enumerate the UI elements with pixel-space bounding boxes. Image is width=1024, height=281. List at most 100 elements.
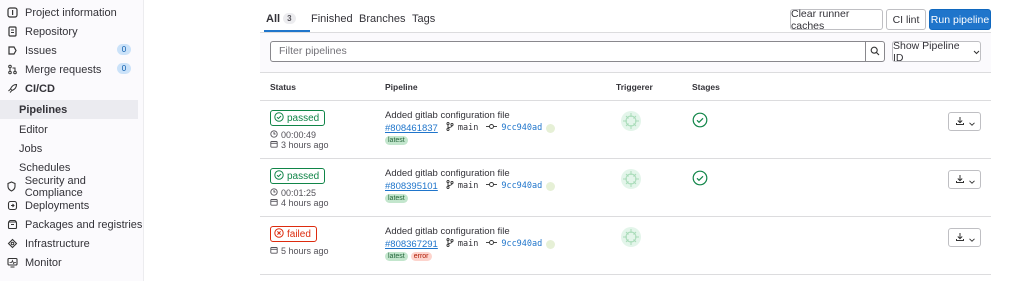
calendar-icon: [270, 246, 281, 256]
chevron-down-icon: [968, 113, 975, 131]
latest-badge: latest: [385, 136, 408, 145]
pipeline-info: #808461837 main 9cc940ad: [385, 122, 556, 134]
shield-icon: [6, 181, 18, 193]
chevron-down-icon: [968, 229, 975, 247]
branch-name: main: [457, 239, 479, 249]
tab-all-label: All: [266, 13, 281, 25]
sidebar-item-repository[interactable]: Repository: [0, 22, 143, 41]
stage-status-button[interactable]: [692, 170, 708, 186]
commit-icon: [486, 239, 498, 249]
header-triggerer: Triggerer: [616, 82, 653, 92]
check-circle-icon: [274, 111, 287, 125]
table-header: Status Pipeline Triggerer Stages: [260, 73, 991, 101]
status-badge[interactable]: passed: [270, 168, 326, 184]
tab-all[interactable]: All 3: [266, 13, 296, 25]
pipeline-title[interactable]: Added gitlab configuration file: [385, 226, 510, 237]
sidebar-item-merge-requests[interactable]: Merge requests 0: [0, 60, 143, 79]
sidebar-item-deployments[interactable]: Deployments: [0, 196, 143, 215]
merge-icon: [6, 64, 18, 76]
stage-status-button[interactable]: [692, 112, 708, 128]
download-artifacts-button[interactable]: [948, 228, 981, 247]
triggerer-avatar[interactable]: [620, 168, 642, 190]
pipeline-id-link[interactable]: #808395101: [385, 181, 438, 192]
show-pipeline-id-dropdown[interactable]: Show Pipeline ID: [892, 39, 981, 64]
pipeline-title[interactable]: Added gitlab configuration file: [385, 168, 510, 179]
commit-avatar: [546, 239, 556, 249]
sidebar-item-security-compliance[interactable]: Security and Compliance: [0, 175, 143, 199]
run-pipeline-button[interactable]: Run pipeline: [929, 9, 991, 30]
branch[interactable]: main: [446, 238, 478, 250]
ci-lint-button[interactable]: CI lint: [886, 9, 926, 30]
sidebar-item-label: Schedules: [19, 161, 71, 174]
search-button[interactable]: [865, 41, 885, 62]
issues-icon: [6, 45, 18, 57]
identicon-icon: [620, 169, 642, 194]
commit-sha: 9cc940ad: [501, 123, 543, 133]
triggerer-avatar[interactable]: [620, 226, 642, 248]
triggerer-avatar[interactable]: [620, 110, 642, 132]
commit-avatar: [546, 123, 556, 133]
status-badge[interactable]: passed: [270, 110, 326, 126]
commit-sha: 9cc940ad: [501, 239, 543, 249]
download-artifacts-button[interactable]: [948, 112, 981, 131]
error-badge: error: [410, 252, 432, 261]
search-icon: [870, 43, 880, 61]
pipeline-id-link[interactable]: #808461837: [385, 123, 438, 134]
sidebar-item-jobs[interactable]: Jobs: [0, 139, 143, 158]
sidebar-item-issues[interactable]: Issues 0: [0, 41, 143, 60]
sidebar: Project information Repository Issues 0 …: [0, 0, 144, 281]
status-badge[interactable]: failed: [270, 226, 317, 242]
sidebar-item-label: Project information: [25, 6, 117, 19]
duration: 00:00:49: [270, 130, 316, 140]
header-pipeline: Pipeline: [385, 82, 418, 92]
sidebar-item-label: Merge requests: [25, 63, 102, 76]
commit[interactable]: 9cc940ad: [486, 181, 556, 191]
identicon-icon: [620, 227, 642, 252]
sidebar-item-project-information[interactable]: Project information: [0, 3, 143, 22]
latest-badge: latest: [385, 194, 408, 203]
show-pipeline-id-label: Show Pipeline ID: [893, 39, 960, 64]
pipeline-badges: latest: [385, 136, 411, 145]
filter-pipelines-input[interactable]: Filter pipelines: [270, 41, 866, 62]
download-icon: [955, 229, 965, 247]
sidebar-item-infrastructure[interactable]: Infrastructure: [0, 234, 143, 253]
clear-runner-caches-button[interactable]: Clear runner caches: [790, 8, 883, 32]
duration-text: 00:01:25: [281, 188, 317, 198]
chevron-down-icon: [973, 46, 980, 58]
sidebar-item-monitor[interactable]: Monitor: [0, 253, 143, 272]
sidebar-item-editor[interactable]: Editor: [0, 120, 143, 139]
tab-finished[interactable]: Finished: [311, 13, 353, 25]
package-icon: [6, 219, 18, 231]
check-circle-icon: [692, 170, 708, 190]
pipeline-info: #808367291 main 9cc940ad: [385, 238, 556, 250]
cloud-icon: [6, 238, 18, 250]
clock-icon: [270, 188, 281, 198]
tab-branches[interactable]: Branches: [359, 13, 405, 25]
pipeline-badges: latest: [385, 194, 411, 203]
sidebar-item-label: Repository: [25, 25, 78, 38]
commit-avatar: [546, 181, 556, 191]
check-circle-icon: [692, 112, 708, 132]
sidebar-item-ci-cd[interactable]: CI/CD: [0, 79, 143, 98]
download-artifacts-button[interactable]: [948, 170, 981, 189]
finished-text: 5 hours ago: [281, 246, 329, 256]
table-row: passed 00:00:49 3 hours ago Added gitlab…: [260, 101, 991, 159]
status-label: passed: [287, 112, 320, 124]
calendar-icon: [270, 198, 281, 208]
branch-icon: [446, 180, 454, 192]
sidebar-item-pipelines[interactable]: Pipelines: [0, 100, 138, 119]
header-stages: Stages: [692, 82, 720, 92]
download-icon: [955, 171, 965, 189]
tab-tags[interactable]: Tags: [412, 13, 435, 25]
commit-sha: 9cc940ad: [501, 181, 543, 191]
clock-icon: [270, 130, 281, 140]
branch[interactable]: main: [446, 180, 478, 192]
sidebar-item-packages-registries[interactable]: Packages and registries: [0, 215, 143, 234]
commit[interactable]: 9cc940ad: [486, 123, 556, 133]
finished-time: 4 hours ago: [270, 198, 329, 208]
branch[interactable]: main: [446, 122, 478, 134]
pipeline-title[interactable]: Added gitlab configuration file: [385, 110, 510, 121]
finished-text: 4 hours ago: [281, 198, 329, 208]
commit[interactable]: 9cc940ad: [486, 239, 556, 249]
pipeline-id-link[interactable]: #808367291: [385, 239, 438, 250]
